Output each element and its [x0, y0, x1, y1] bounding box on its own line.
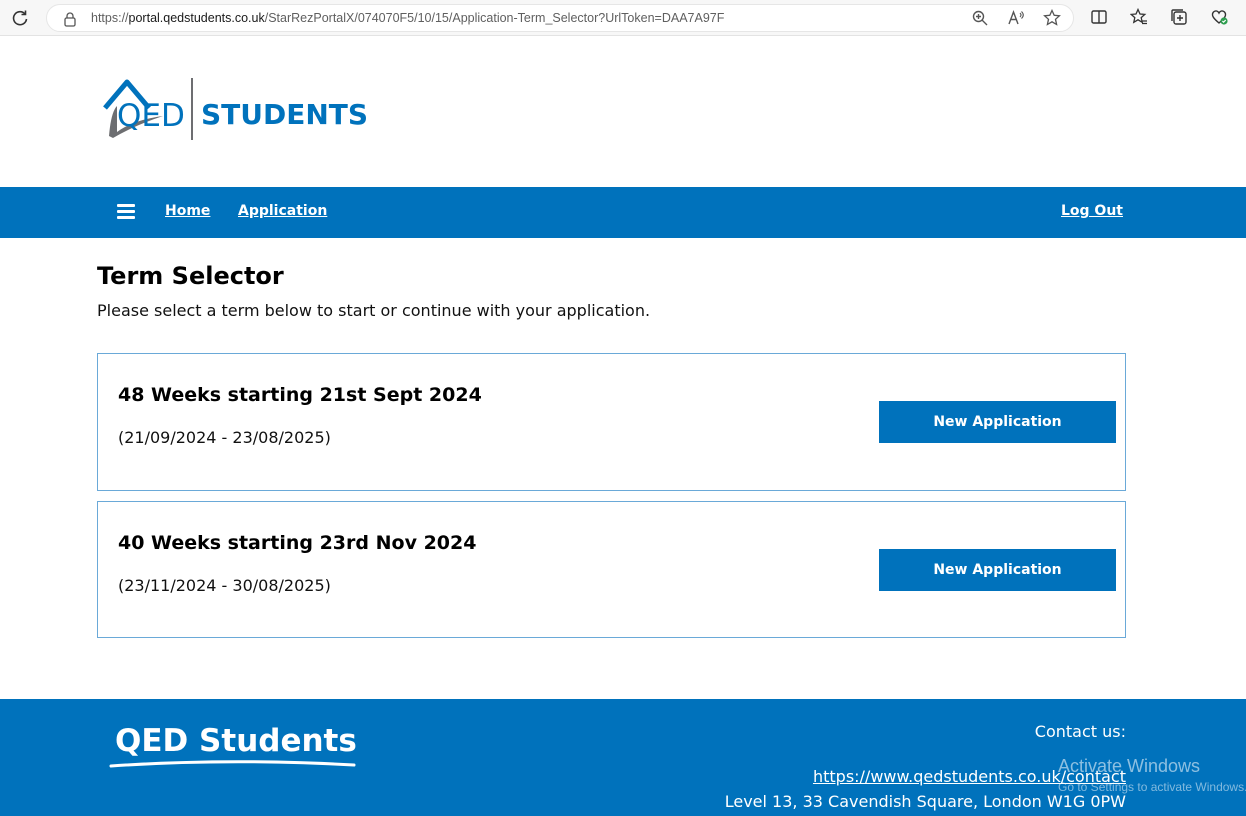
read-aloud-icon[interactable] [1007, 9, 1025, 27]
term-card: 40 Weeks starting 23rd Nov 2024 (23/11/2… [97, 501, 1126, 638]
term-dates: (23/11/2024 - 30/08/2025) [118, 576, 331, 595]
logo-text-qed: QED [117, 98, 185, 134]
new-application-button[interactable]: New Application [879, 401, 1116, 443]
windows-activation-subtext: Go to Settings to activate Windows. [1058, 780, 1246, 794]
footer-logo[interactable]: QED Students [115, 723, 357, 759]
nav-application-link[interactable]: Application [238, 203, 327, 219]
site-logo[interactable]: QED STUDENTS [103, 76, 383, 146]
windows-activation-watermark: Activate Windows [1058, 756, 1201, 776]
url-path: /StarRezPortalX/074070F5/10/15/Applicati… [264, 11, 725, 25]
url-prefix: https:// [91, 11, 129, 25]
contact-label: Contact us: [1034, 722, 1126, 741]
lock-icon[interactable] [63, 11, 77, 27]
page-title: Term Selector [97, 262, 284, 290]
term-dates: (21/09/2024 - 23/08/2025) [118, 428, 331, 447]
split-screen-icon[interactable] [1090, 8, 1108, 26]
page-subtitle: Please select a term below to start or c… [97, 301, 651, 320]
term-title: 40 Weeks starting 23rd Nov 2024 [118, 532, 477, 554]
collections-icon[interactable] [1170, 8, 1188, 26]
main-nav: Home Application Log Out [0, 187, 1246, 238]
term-title: 48 Weeks starting 21st Sept 2024 [118, 384, 482, 406]
favorites-icon[interactable] [1129, 7, 1148, 26]
footer-logo-underline [109, 760, 356, 768]
nav-logout-link[interactable]: Log Out [1061, 203, 1123, 219]
new-application-button[interactable]: New Application [879, 549, 1116, 591]
nav-home-link[interactable]: Home [165, 203, 210, 219]
zoom-icon[interactable] [971, 9, 989, 27]
url-text[interactable]: https://portal.qedstudents.co.uk/StarRez… [91, 11, 724, 25]
address-bar[interactable]: https://portal.qedstudents.co.uk/StarRez… [46, 4, 1074, 32]
browser-toolbar: https://portal.qedstudents.co.uk/StarRez… [0, 0, 1246, 36]
hamburger-menu-icon[interactable] [117, 204, 135, 220]
footer-address: Level 13, 33 Cavendish Square, London W1… [724, 792, 1126, 811]
logo-text-students: STUDENTS [201, 98, 368, 131]
url-host: portal.qedstudents.co.uk [128, 11, 265, 25]
term-card: 48 Weeks starting 21st Sept 2024 (21/09/… [97, 353, 1126, 491]
reload-icon[interactable] [10, 8, 30, 28]
browser-essentials-icon[interactable] [1210, 8, 1228, 26]
favorite-star-icon[interactable] [1043, 8, 1061, 27]
